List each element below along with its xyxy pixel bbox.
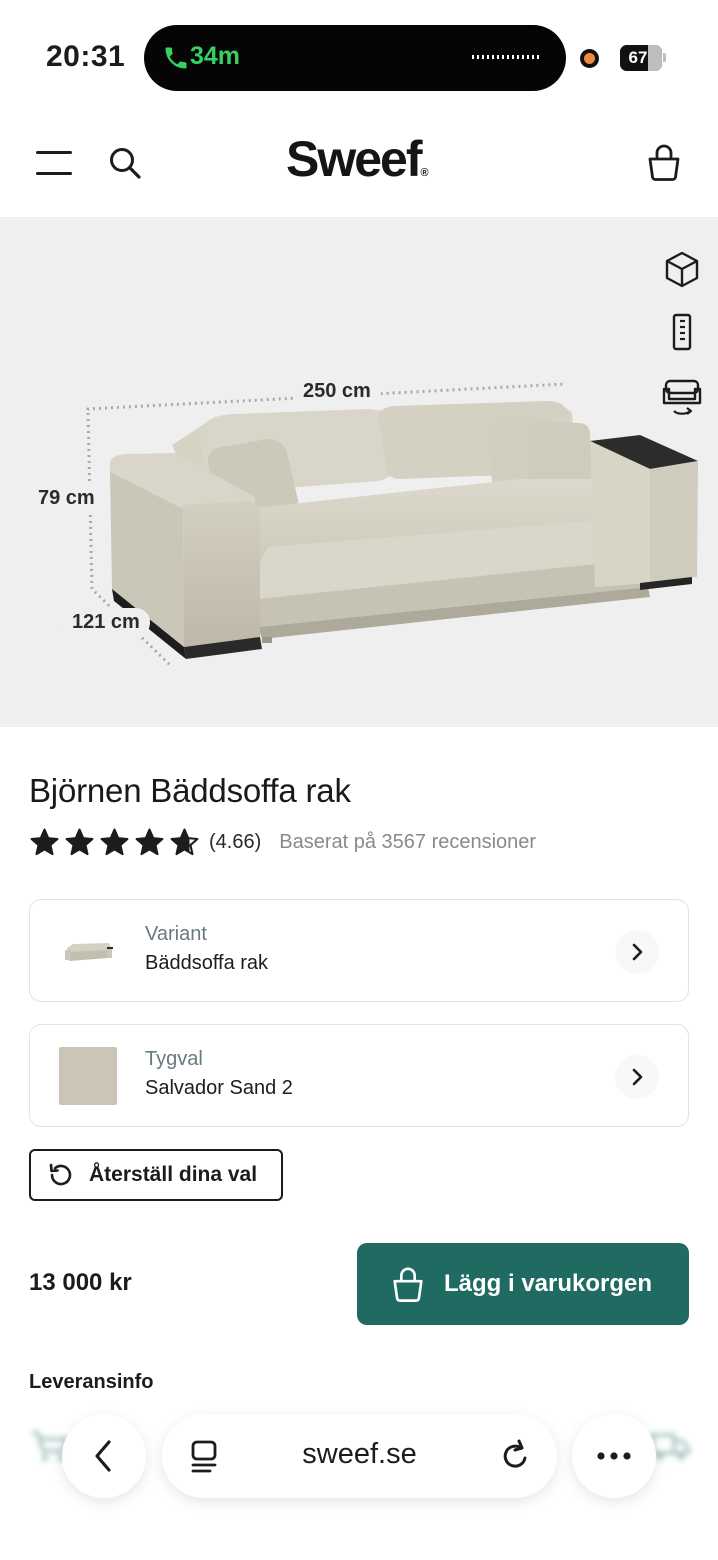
star-icon [30, 828, 59, 855]
sofa-image [86, 382, 698, 667]
variant-label: Variant [145, 923, 207, 945]
site-header: Sweef® [0, 112, 718, 217]
variant-sofa-thumbnail [65, 943, 113, 961]
battery-percent: 67 [628, 48, 648, 67]
add-to-cart-label: Lägg i varukorgen [444, 1270, 653, 1297]
chevron-right-icon[interactable] [615, 930, 659, 974]
fabric-label: Tygval [145, 1048, 203, 1070]
variant-value: Bäddsoffa rak [145, 952, 269, 974]
depth-dimension-label: 121 cm [62, 608, 150, 637]
chevron-right-icon[interactable] [615, 1055, 659, 1099]
battery-icon: 67 [620, 45, 662, 71]
review-count-text[interactable]: Baserat på 3567 recensioner [279, 831, 536, 854]
delivery-truck-icon [650, 1433, 690, 1460]
product-price: 13 000 kr [29, 1269, 132, 1296]
audio-waveform-icon [472, 55, 542, 59]
browser-address-bar[interactable]: sweef.se [162, 1414, 557, 1498]
rating-row[interactable]: (4.66) Baserat på 3567 recensioner [29, 824, 536, 860]
chevron-left-icon [95, 1440, 111, 1472]
dynamic-island-call[interactable]: 34m [144, 25, 566, 91]
reset-choices-button[interactable]: Återställ dina val [29, 1149, 283, 1201]
add-to-cart-button[interactable]: Lägg i varukorgen [357, 1243, 689, 1325]
shopping-bag-icon[interactable] [644, 142, 684, 182]
product-image-viewer[interactable]: 250 cm 79 cm 121 cm [0, 217, 718, 727]
star-icon [65, 828, 94, 855]
3d-view-icon[interactable] [660, 247, 704, 291]
reset-label: Återställ dina val [89, 1163, 258, 1186]
browser-more-button[interactable] [572, 1414, 656, 1498]
reset-icon [49, 1163, 72, 1186]
rating-stars [29, 827, 200, 858]
star-icon [100, 828, 129, 855]
shopping-bag-icon [393, 1267, 423, 1302]
fabric-selector-card[interactable]: Tygval Salvador Sand 2 [29, 1024, 689, 1127]
menu-icon[interactable] [36, 150, 72, 176]
phone-call-icon [165, 47, 187, 69]
battery-nub [663, 53, 666, 62]
rating-value: (4.66) [209, 830, 262, 853]
measure-icon[interactable] [660, 310, 704, 354]
star-icon [170, 828, 199, 855]
call-duration: 34m [190, 42, 241, 70]
status-bar: 20:31 34m 67 [0, 0, 718, 110]
reload-icon[interactable] [498, 1438, 532, 1474]
height-dimension-label: 79 cm [28, 484, 105, 513]
fabric-value: Salvador Sand 2 [145, 1077, 293, 1099]
delivery-info-heading: Leveransinfo [29, 1371, 154, 1393]
browser-back-button[interactable] [62, 1414, 146, 1498]
fabric-swatch [59, 1047, 117, 1105]
width-dimension-label: 250 cm [293, 377, 381, 406]
search-icon[interactable] [108, 146, 142, 180]
sweef-logo[interactable]: Sweef® [286, 130, 429, 188]
star-icon [135, 828, 164, 855]
variant-selector-card[interactable]: Variant Bäddsoffa rak [29, 899, 689, 1002]
more-icon [597, 1452, 631, 1460]
recording-indicator-icon [580, 49, 599, 68]
logo-text: Sweef [286, 131, 423, 187]
ar-sofa-icon[interactable] [660, 375, 704, 419]
product-title: Björnen Bäddsoffa rak [29, 772, 351, 809]
status-time: 20:31 [46, 40, 126, 73]
logo-registered-mark: ® [420, 167, 429, 179]
